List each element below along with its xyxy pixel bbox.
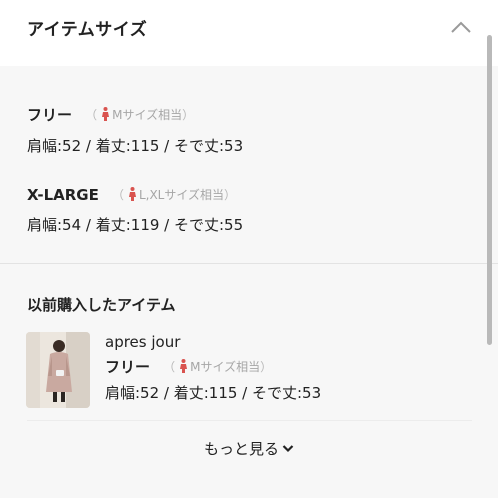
show-more-label: もっと見る [203,440,279,458]
item-size-name: フリー [105,358,151,376]
size-equivalent-hint: （L,XLサイズ相当） [111,187,237,202]
person-icon [128,187,136,201]
size-measurements: 肩幅:54 / 着丈:119 / そで丈:55 [27,215,244,234]
person-icon [102,107,110,121]
show-more-button[interactable]: もっと見る [0,438,498,459]
purchased-item[interactable]: apres jour フリー （Mサイズ相当） 肩幅:52 / 着丈:115 /… [105,333,321,403]
section-title-item-size: アイテムサイズ [27,20,148,40]
person-icon [180,359,188,373]
size-equivalent-hint: （Mサイズ相当） [163,359,273,374]
item-photo [26,332,90,408]
chevron-down-icon [282,445,294,453]
size-entry: X-LARGE （L,XLサイズ相当） 肩幅:54 / 着丈:119 / そで丈… [27,184,243,235]
size-name: フリー [27,106,73,124]
divider [0,263,498,264]
size-entry: フリー （Mサイズ相当） 肩幅:52 / 着丈:115 / そで丈:53 [27,104,243,156]
size-measurements: 肩幅:52 / 着丈:115 / そで丈:53 [27,137,244,155]
item-measurements: 肩幅:52 / 着丈:115 / そで丈:53 [105,384,322,402]
section-title-purchased: 以前購入したアイテム [27,296,176,314]
divider [27,420,472,421]
item-thumbnail[interactable] [26,332,90,408]
item-brand: apres jour [105,333,181,351]
scrollbar[interactable] [487,35,492,345]
chevron-up-icon[interactable] [450,20,472,34]
size-equivalent-hint: （Mサイズ相当） [85,107,195,122]
item-size-header[interactable]: アイテムサイズ [0,0,498,66]
size-name: X-LARGE [27,185,99,204]
